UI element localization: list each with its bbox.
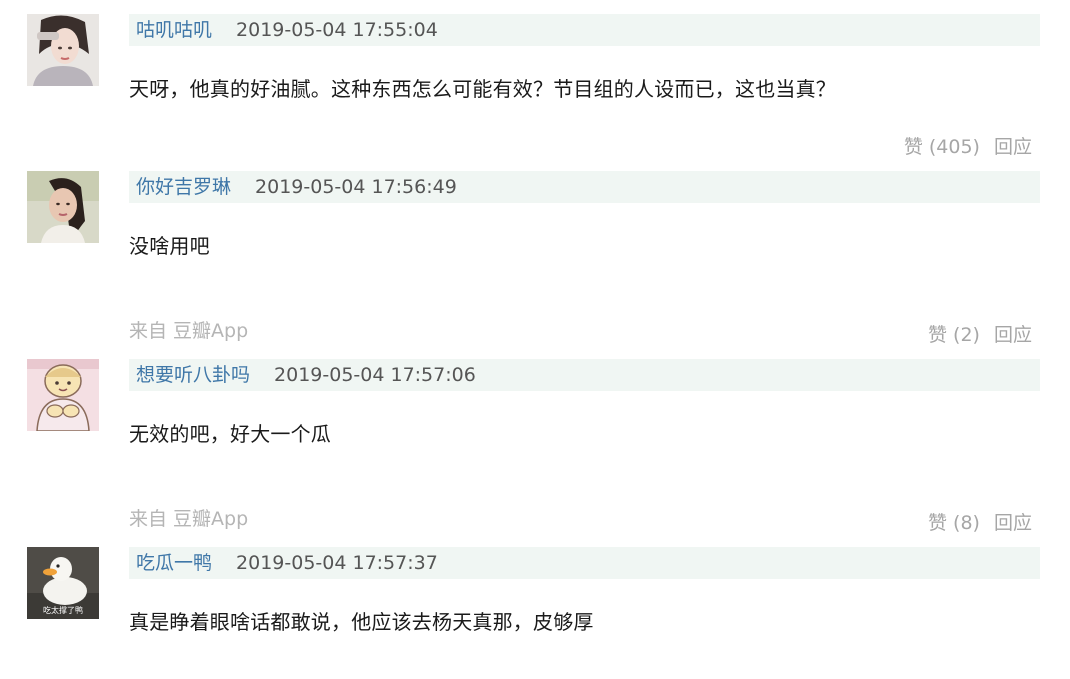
avatar-girl-photo-icon: [27, 171, 99, 243]
comment-source: 来自 豆瓣App: [129, 508, 249, 530]
user-avatar[interactable]: [27, 359, 99, 431]
like-button[interactable]: 赞 (2): [928, 324, 980, 346]
comment-meta-bar: 咕叽咕叽 2019-05-04 17:55:04: [129, 14, 1040, 46]
comment-timestamp: 2019-05-04 17:57:06: [274, 364, 476, 386]
comment-timestamp: 2019-05-04 17:56:49: [255, 176, 457, 198]
comment-text: 真是睁着眼啥话都敢说，他应该去杨天真那，皮够厚: [129, 610, 594, 634]
comment-actions: 赞 (8) 回应: [928, 508, 1032, 535]
comment-meta-bar: 想要听八卦吗 2019-05-04 17:57:06: [129, 359, 1040, 391]
reply-button[interactable]: 回应: [994, 136, 1032, 158]
user-avatar[interactable]: 吃太撑了鸭: [27, 547, 99, 619]
like-button[interactable]: 赞 (8): [928, 512, 980, 534]
username-link[interactable]: 吃瓜一鸭: [136, 547, 212, 579]
comment-text: 无效的吧，好大一个瓜: [129, 422, 331, 446]
comment-source: 来自 豆瓣App: [129, 320, 249, 342]
comment-timestamp: 2019-05-04 17:57:37: [236, 552, 438, 574]
comment-text: 天呀，他真的好油腻。这种东西怎么可能有效？节目组的人设而已，这也当真？: [129, 77, 836, 101]
username-link[interactable]: 你好吉罗琳: [136, 171, 231, 203]
avatar-caption: 吃太撑了鸭: [43, 605, 83, 615]
comment-timestamp: 2019-05-04 17:55:04: [236, 19, 438, 41]
comment-text: 没啥用吧: [129, 234, 210, 258]
username-link[interactable]: 咕叽咕叽: [136, 14, 212, 46]
comment-meta-bar: 你好吉罗琳 2019-05-04 17:56:49: [129, 171, 1040, 203]
user-avatar[interactable]: [27, 171, 99, 243]
avatar-cartoon-character-icon: [27, 359, 99, 431]
reply-button[interactable]: 回应: [994, 512, 1032, 534]
comment-actions: 赞 (405) 回应: [904, 132, 1032, 159]
like-button[interactable]: 赞 (405): [904, 136, 980, 158]
avatar-illustrated-woman-icon: [27, 14, 99, 86]
username-link[interactable]: 想要听八卦吗: [136, 359, 250, 391]
avatar-duck-icon: 吃太撑了鸭: [27, 547, 99, 619]
comment-actions: 赞 (2) 回应: [928, 320, 1032, 347]
user-avatar[interactable]: [27, 14, 99, 86]
reply-button[interactable]: 回应: [994, 324, 1032, 346]
comment-meta-bar: 吃瓜一鸭 2019-05-04 17:57:37: [129, 547, 1040, 579]
